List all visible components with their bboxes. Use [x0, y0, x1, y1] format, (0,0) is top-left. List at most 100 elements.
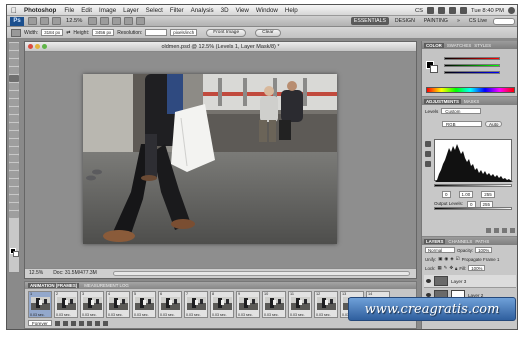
bluetooth-icon[interactable] — [427, 7, 435, 14]
color-ramp[interactable] — [426, 87, 515, 93]
unify-position-icon[interactable]: ▣ — [438, 256, 442, 262]
type-tool-icon[interactable] — [9, 163, 19, 170]
animation-frame[interactable]: 8 0.03 sec. — [210, 291, 234, 318]
status-zoom[interactable]: 12.5% — [29, 269, 43, 278]
clock[interactable]: Tue 8:40 PM — [471, 8, 504, 14]
spotlight-icon[interactable] — [508, 7, 515, 14]
close-icon[interactable] — [28, 44, 33, 49]
height-field[interactable]: 3456 px — [92, 29, 115, 36]
visibility-eye-icon[interactable] — [426, 279, 431, 283]
minibridge-button[interactable] — [40, 17, 49, 25]
history-brush-tool-icon[interactable] — [9, 115, 19, 122]
animation-frame[interactable]: 3 0.03 sec. — [80, 291, 104, 318]
tab-channels[interactable]: CHANNELS — [448, 239, 472, 244]
animation-frame[interactable]: 5 0.03 sec. — [132, 291, 156, 318]
animation-frame[interactable]: 6 0.03 sec. — [158, 291, 182, 318]
arrange-documents-button[interactable] — [124, 17, 134, 25]
menu-file[interactable]: File — [64, 7, 74, 14]
tab-swatches[interactable]: SWATCHES — [447, 43, 471, 48]
channel-select[interactable]: RGB — [442, 121, 482, 127]
levels-preset-select[interactable]: Custom — [441, 108, 482, 114]
menu-layer[interactable]: Layer — [123, 7, 138, 14]
hand-tool-button[interactable] — [88, 17, 98, 25]
play-icon[interactable] — [70, 320, 76, 326]
fill-field[interactable]: 100% — [468, 265, 486, 271]
canvas-area[interactable] — [25, 52, 416, 270]
lock-transparency-icon[interactable]: ▦ — [438, 265, 442, 271]
resolution-field[interactable] — [145, 29, 168, 36]
document-photo[interactable] — [83, 74, 337, 244]
pen-tool-icon[interactable] — [9, 155, 19, 162]
animation-frame[interactable]: 2 0.03 sec. — [54, 291, 78, 318]
menu-view[interactable]: View — [236, 7, 249, 14]
animation-frame[interactable]: 10 0.03 sec. — [262, 291, 286, 318]
lock-image-icon[interactable]: ✎ — [444, 265, 448, 271]
input-levels-gradient[interactable] — [434, 184, 512, 187]
animation-frame[interactable]: 1 0.03 sec. — [28, 291, 52, 318]
tab-color[interactable]: COLOR — [424, 42, 444, 48]
lock-position-icon[interactable]: ✥ — [449, 265, 453, 271]
shape-tool-icon[interactable] — [9, 179, 19, 186]
front-image-button[interactable]: Front Image — [206, 28, 247, 37]
delete-frame-icon[interactable] — [102, 320, 108, 326]
marquee-tool-icon[interactable] — [9, 51, 19, 58]
battery-icon[interactable] — [460, 7, 468, 14]
menu-filter[interactable]: Filter — [170, 7, 184, 14]
move-tool-icon[interactable] — [9, 43, 19, 50]
tab-paths[interactable]: PATHS — [475, 239, 489, 244]
clip-to-layer-icon[interactable] — [486, 228, 491, 233]
layer-name[interactable]: Layer 3 — [451, 279, 466, 284]
rotate-view-button[interactable] — [112, 17, 122, 25]
animation-frame[interactable]: 4 0.03 sec. — [106, 291, 130, 318]
blue-slider[interactable] — [444, 71, 500, 74]
input-black-field[interactable]: 0 — [442, 191, 451, 198]
bridge-button[interactable] — [28, 17, 37, 25]
menu-analysis[interactable]: Analysis — [191, 7, 214, 14]
workspace-essentials[interactable]: ESSENTIALS — [350, 17, 389, 25]
gray-point-eyedropper-icon[interactable] — [425, 151, 431, 157]
blur-tool-icon[interactable] — [9, 139, 19, 146]
duplicate-frame-icon[interactable] — [94, 320, 100, 326]
background-color-swatch[interactable] — [13, 251, 19, 257]
brush-tool-icon[interactable] — [9, 99, 19, 106]
hand-tool-icon[interactable] — [9, 203, 19, 210]
previous-frame-icon[interactable] — [62, 320, 68, 326]
status-doc-info[interactable]: Doc: 31.5M/477.3M — [53, 269, 97, 278]
3d-orbit-tool-icon[interactable] — [9, 195, 19, 202]
animation-frame[interactable]: 9 0.03 sec. — [236, 291, 260, 318]
output-levels-gradient[interactable] — [434, 207, 512, 210]
tab-measurement-log[interactable]: MEASUREMENT LOG — [84, 283, 129, 288]
tween-icon[interactable] — [86, 320, 92, 326]
black-point-eyedropper-icon[interactable] — [425, 141, 431, 147]
width-field[interactable]: 3184 px — [41, 29, 64, 36]
clone-stamp-tool-icon[interactable] — [9, 107, 19, 114]
lasso-tool-icon[interactable] — [9, 59, 19, 66]
animation-frame[interactable]: 11 0.03 sec. — [288, 291, 312, 318]
unify-visibility-icon[interactable]: ◉ — [444, 256, 448, 262]
path-select-tool-icon[interactable] — [9, 171, 19, 178]
animation-frame[interactable]: 12 0.03 sec. — [314, 291, 338, 318]
propagate-checkbox[interactable]: ☑ — [456, 256, 460, 262]
frame-delay[interactable]: 0.03 sec. — [160, 313, 175, 317]
frame-delay[interactable]: 0.03 sec. — [316, 313, 331, 317]
workspace-painting[interactable]: PAINTING — [421, 17, 451, 25]
search-field[interactable] — [493, 17, 515, 25]
frame-delay[interactable]: 0.03 sec. — [212, 313, 227, 317]
more-workspaces[interactable]: » — [454, 17, 463, 25]
opacity-field[interactable]: 100% — [475, 247, 493, 253]
crop-tool-icon[interactable] — [11, 28, 21, 37]
zoom-window-icon[interactable] — [42, 44, 47, 49]
next-frame-icon[interactable] — [78, 320, 84, 326]
tab-adjustments[interactable]: ADJUSTMENTS — [424, 98, 461, 104]
tab-styles[interactable]: STYLES — [474, 43, 491, 48]
first-frame-icon[interactable] — [54, 320, 60, 326]
visibility-icon[interactable] — [494, 228, 499, 233]
zoom-level[interactable]: 12.5% — [66, 18, 82, 24]
quick-select-tool-icon[interactable] — [9, 67, 19, 74]
frame-delay[interactable]: 0.03 sec. — [30, 313, 45, 317]
clear-button[interactable]: Clear — [255, 28, 281, 37]
eraser-tool-icon[interactable] — [9, 123, 19, 130]
menu-edit[interactable]: Edit — [81, 7, 92, 14]
volume-icon[interactable] — [449, 7, 457, 14]
document-titlebar[interactable]: oldmen.psd @ 12.5% (Levels 1, Layer Mask… — [25, 42, 416, 52]
